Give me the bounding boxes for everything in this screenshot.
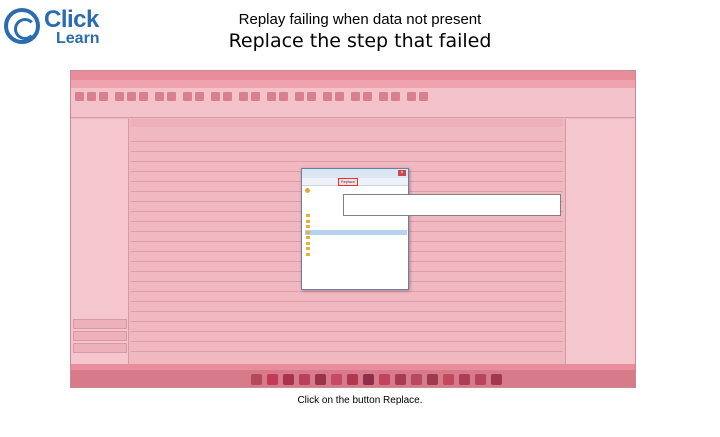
taskbar-app-icon[interactable]	[491, 374, 502, 385]
dialog-header	[305, 188, 312, 194]
windows-taskbar	[71, 370, 635, 387]
taskbar-app-icon[interactable]	[411, 374, 422, 385]
ribbon-button-icon	[379, 92, 388, 101]
tree-item[interactable]	[305, 252, 407, 258]
ribbon-button-icon	[75, 92, 84, 101]
taskbar-app-icon[interactable]	[475, 374, 486, 385]
taskbar-app-icon[interactable]	[427, 374, 438, 385]
taskbar-app-icon[interactable]	[395, 374, 406, 385]
taskbar-app-icon[interactable]	[299, 374, 310, 385]
slide-title-line1: Replay failing when data not present	[238, 11, 482, 28]
table-row	[131, 141, 563, 142]
warning-icon	[305, 188, 310, 194]
taskbar-app-icon[interactable]	[379, 374, 390, 385]
ribbon-button-icon	[127, 92, 136, 101]
ribbon-button-icon	[335, 92, 344, 101]
ribbon-button-icon	[87, 92, 96, 101]
navigation-pane	[71, 119, 129, 364]
application-screenshot: × Replace	[70, 70, 636, 388]
replace-button[interactable]: Replace	[338, 178, 358, 186]
table-row	[131, 151, 563, 152]
ribbon-button-icon	[251, 92, 260, 101]
ribbon-button-icon	[267, 92, 276, 101]
ribbon-tabs	[71, 80, 635, 88]
dialog-titlebar	[302, 169, 408, 178]
ribbon-toolbar	[71, 88, 635, 118]
ribbon-button-icon	[183, 92, 192, 101]
taskbar-app-icon[interactable]	[443, 374, 454, 385]
dialog-toolbar: Replace	[302, 178, 408, 186]
ribbon-button-icon	[211, 92, 220, 101]
fact-box-pane	[565, 119, 635, 364]
table-row	[131, 301, 563, 302]
ribbon-button-icon	[239, 92, 248, 101]
step-tooltip	[343, 194, 561, 216]
window-titlebar	[71, 71, 635, 80]
ribbon-button-icon	[351, 92, 360, 101]
ribbon-button-icon	[307, 92, 316, 101]
table-row	[131, 331, 563, 332]
table-row	[131, 291, 563, 292]
table-row	[131, 321, 563, 322]
table-row	[131, 311, 563, 312]
ribbon-button-icon	[363, 92, 372, 101]
ribbon-button-icon	[407, 92, 416, 101]
taskbar-app-icon[interactable]	[315, 374, 326, 385]
table-row	[131, 161, 563, 162]
taskbar-app-icon[interactable]	[347, 374, 358, 385]
taskbar-app-icon[interactable]	[363, 374, 374, 385]
taskbar-app-icon[interactable]	[283, 374, 294, 385]
taskbar-app-icon[interactable]	[459, 374, 470, 385]
dialog-close-button[interactable]: ×	[398, 170, 406, 176]
ribbon-button-icon	[167, 92, 176, 101]
ribbon-button-icon	[99, 92, 108, 101]
table-row	[131, 341, 563, 342]
taskbar-app-icon[interactable]	[267, 374, 278, 385]
ribbon-button-icon	[391, 92, 400, 101]
nav-bottom-item[interactable]	[73, 331, 127, 341]
replay-error-dialog: × Replace	[301, 168, 409, 290]
ribbon-button-icon	[419, 92, 428, 101]
instruction-caption: Click on the button Replace.	[297, 395, 423, 406]
ribbon-button-icon	[195, 92, 204, 101]
grid-header-bar	[131, 119, 563, 127]
table-row	[131, 351, 563, 352]
recorded-steps-tree	[305, 213, 407, 257]
taskbar-app-icon[interactable]	[331, 374, 342, 385]
ribbon-button-icon	[279, 92, 288, 101]
taskbar-app-icon[interactable]	[251, 374, 262, 385]
ribbon-button-icon	[323, 92, 332, 101]
ribbon-button-icon	[155, 92, 164, 101]
nav-bottom-item[interactable]	[73, 343, 127, 353]
ribbon-button-icon	[115, 92, 124, 101]
ribbon-button-icon	[139, 92, 148, 101]
ribbon-button-icon	[295, 92, 304, 101]
ribbon-button-icon	[223, 92, 232, 101]
slide-title-line2: Replace the step that failed	[228, 30, 492, 52]
nav-bottom-item[interactable]	[73, 319, 127, 329]
